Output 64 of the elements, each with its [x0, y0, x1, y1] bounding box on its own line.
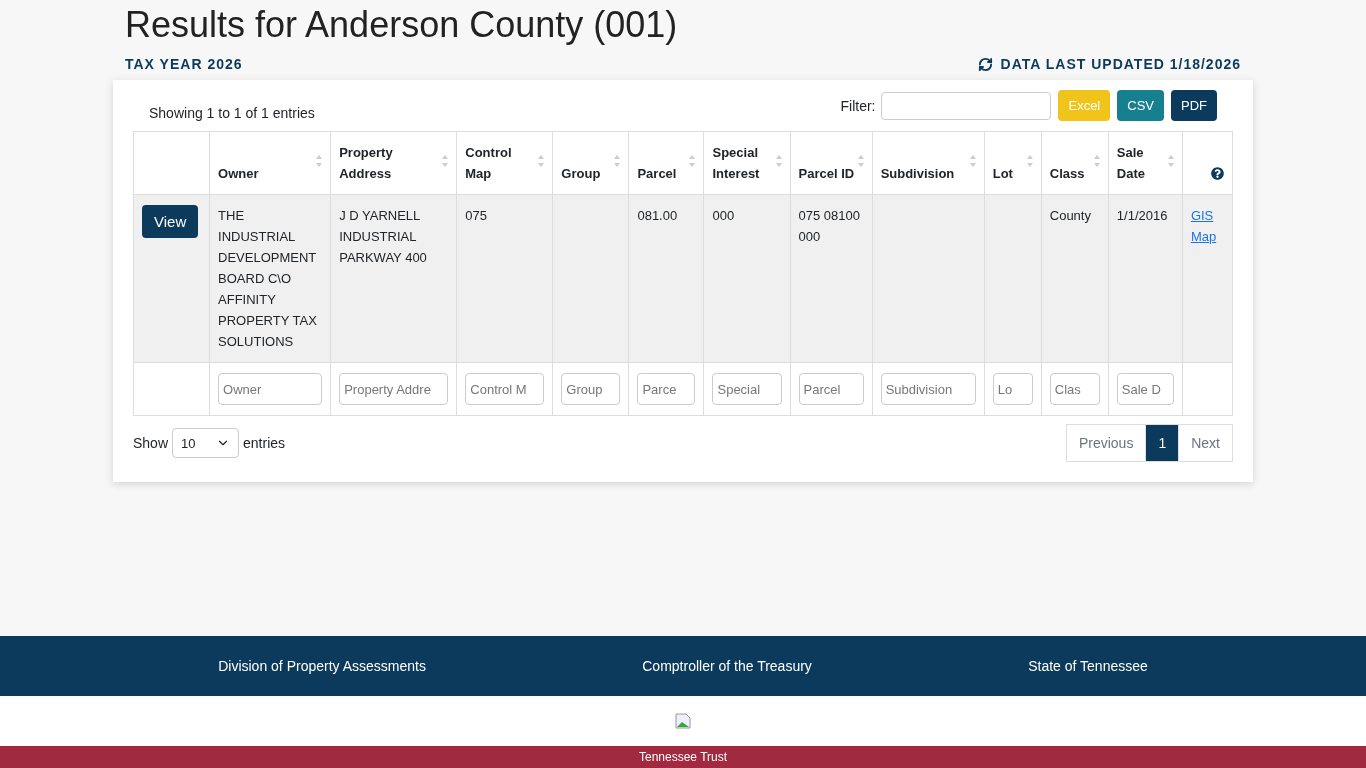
table-cell: THE INDUSTRIAL DEVELOPMENT BOARD C\O AFFINITY PROPERTY TAX SOLUTIONS — [209, 194, 331, 363]
column-header[interactable]: Property Address — [330, 131, 457, 195]
column-label: Group — [561, 165, 601, 183]
column-filter-field[interactable]: Group — [561, 373, 621, 405]
column-header[interactable]: Sale Date — [1108, 131, 1183, 195]
column-header[interactable]: Lot — [984, 131, 1042, 195]
column-header[interactable]: Parcel — [628, 131, 704, 195]
tax-year: TAX YEAR 2026 — [125, 56, 243, 72]
column-header[interactable]: Group — [552, 131, 629, 195]
page-title: Results for Anderson County (001) — [125, 4, 679, 46]
footer-link[interactable]: Division of Property Assessments — [218, 658, 426, 674]
column-label: Parcel ID — [798, 165, 855, 183]
page-button[interactable]: Next — [1178, 424, 1233, 462]
export-button[interactable]: CSV — [1117, 90, 1164, 121]
help-icon[interactable] — [1211, 167, 1224, 180]
filter-field[interactable] — [881, 91, 1052, 120]
column-label: Owner — [218, 165, 259, 183]
entries-label: entries — [243, 435, 286, 451]
column-label: Property Address — [339, 144, 394, 183]
footer-text: Tennessee Trust — [638, 750, 728, 764]
column-filter-field[interactable]: Subdivision — [880, 373, 976, 405]
show-label: Show — [133, 435, 169, 451]
column-header[interactable]: Subdivision — [872, 131, 985, 195]
table-cell: 075 08100 000 — [790, 194, 873, 363]
gis-map-link[interactable]: GIS Map — [1190, 205, 1224, 247]
column-filter-field[interactable]: Sale D — [1116, 373, 1174, 405]
table-cell: 1/1/2016 — [1108, 194, 1183, 363]
table-cell: J D YARNELL INDUSTRIAL PARKWAY 400 — [330, 194, 457, 363]
column-filter-field[interactable]: Property Addre — [339, 373, 449, 405]
page-button[interactable]: Previous — [1065, 424, 1147, 462]
column-filter-field[interactable]: Parce — [637, 373, 696, 405]
column-header[interactable]: Parcel ID — [790, 131, 873, 195]
table-cell: 081.00 — [628, 194, 704, 363]
column-filter-field[interactable]: Clas — [1049, 373, 1100, 405]
refresh-icon — [977, 56, 993, 72]
column-filter-field[interactable]: Special — [712, 373, 782, 405]
view-button[interactable]: View — [142, 205, 199, 238]
column-label: Control Map — [465, 144, 513, 183]
table-cell: County — [1041, 194, 1109, 363]
column-filter-field[interactable]: Lo — [992, 373, 1033, 405]
page-length-select[interactable]: 10 — [172, 428, 240, 458]
broken-image-icon — [675, 713, 691, 729]
column-label: Parcel — [637, 165, 677, 183]
last-updated: DATA LAST UPDATED 1/18/2026 — [1000, 56, 1241, 72]
column-label: Sale Date — [1116, 144, 1146, 183]
column-filter-field[interactable]: Control M — [465, 373, 545, 405]
table-cell: 075 — [456, 194, 553, 363]
column-header[interactable]: Special Interest — [704, 131, 791, 195]
column-header[interactable]: Control Map — [456, 131, 553, 195]
column-label: Special Interest — [712, 144, 761, 183]
footer-link[interactable]: State of Tennessee — [1028, 658, 1148, 674]
column-label: Subdivision — [880, 165, 955, 183]
footer-link[interactable]: Comptroller of the Treasury — [642, 658, 812, 674]
export-button[interactable]: PDF — [1171, 90, 1217, 121]
page-button[interactable]: 1 — [1145, 424, 1180, 462]
column-header[interactable]: Class — [1041, 131, 1109, 195]
column-label: Lot — [992, 165, 1013, 183]
showing-entries: Showing 1 to 1 of 1 entries — [149, 105, 315, 121]
filter-label: Filter: — [840, 97, 876, 114]
column-label: Class — [1049, 165, 1085, 183]
table-cell: 000 — [704, 194, 791, 363]
column-filter-field[interactable]: Owner — [218, 373, 323, 405]
column-header[interactable]: Owner — [209, 131, 331, 195]
column-filter-field[interactable]: Parcel — [798, 373, 864, 405]
